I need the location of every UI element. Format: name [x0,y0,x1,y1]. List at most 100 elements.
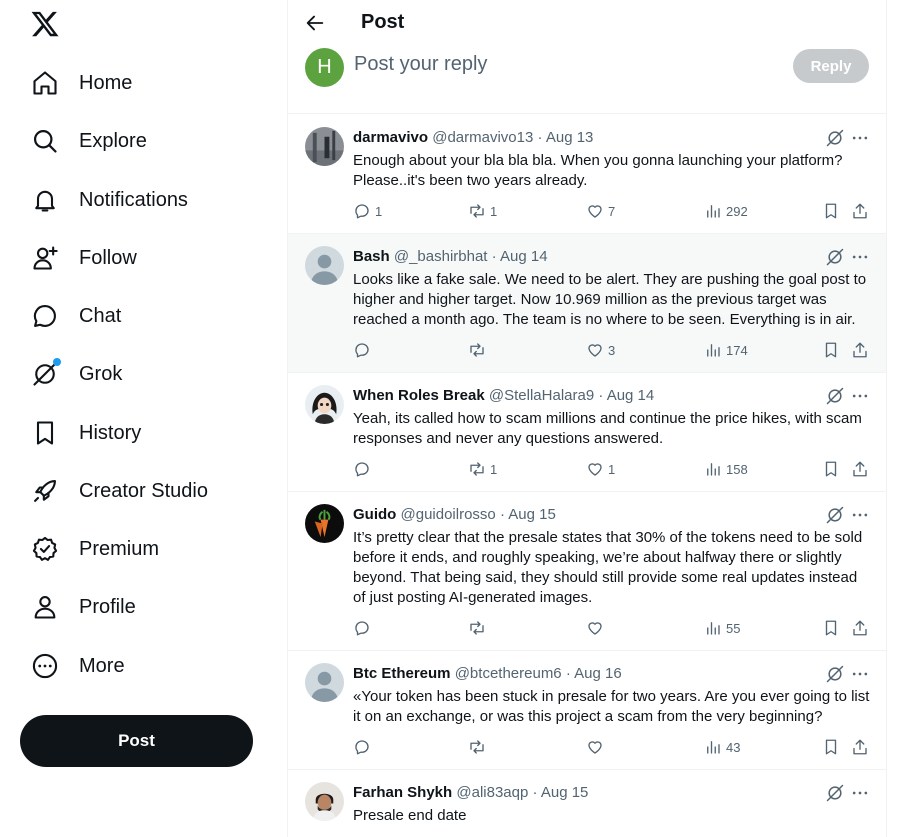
post-button[interactable]: Post [20,715,253,767]
nav-home-label: Home [79,71,133,94]
tweet-date[interactable]: Aug 15 [508,506,556,523]
nav-history-label: History [79,421,142,444]
tweet-date[interactable]: Aug 16 [574,665,622,682]
separator-dot: · [491,248,497,265]
share-action[interactable] [851,737,869,757]
reply-composer: H Post your reply Reply [288,46,886,114]
nav-chat[interactable]: Chat [31,291,121,341]
author-name[interactable]: Btc Ethereum [353,665,451,682]
share-action[interactable] [851,459,869,479]
avatar[interactable] [305,385,344,424]
author-handle[interactable]: @guidoilrosso [401,506,496,523]
more-options-icon[interactable] [850,128,870,148]
views-action[interactable]: 43 [704,737,740,757]
reply-action[interactable] [353,459,375,479]
repost-action[interactable] [468,340,490,360]
more-options-icon[interactable] [850,783,870,803]
more-options-icon[interactable] [850,386,870,406]
author-name[interactable]: Bash [353,248,390,265]
nav-creator-studio[interactable]: Creator Studio [31,466,208,516]
reply-action[interactable] [353,340,375,360]
avatar[interactable] [305,663,344,702]
repost-action[interactable]: 1 [468,459,497,479]
grok-icon[interactable] [825,664,845,684]
tweet-date[interactable]: Aug 15 [541,784,589,801]
views-action[interactable]: 174 [704,340,748,360]
nav-explore[interactable]: Explore [31,116,147,166]
avatar[interactable]: H [305,48,344,87]
tweet[interactable]: darmavivo @darmavivo13 · Aug 13 Enough a… [288,115,886,234]
author-name[interactable]: When Roles Break [353,387,485,404]
author-handle[interactable]: @StellaHalara9 [489,387,594,404]
repost-action[interactable] [468,737,490,757]
like-action[interactable]: 1 [586,459,615,479]
more-options-icon[interactable] [850,664,870,684]
tweet-text: Presale end date [353,807,467,824]
grok-icon[interactable] [825,783,845,803]
more-options-icon[interactable] [850,247,870,267]
nav-follow[interactable]: Follow [31,233,137,283]
separator-dot: · [565,665,571,682]
author-name[interactable]: Guido [353,506,396,523]
reply-action[interactable] [353,618,375,638]
avatar[interactable] [305,504,344,543]
tweet[interactable]: When Roles Break @StellaHalara9 · Aug 14… [288,373,886,492]
bookmark-action[interactable] [822,459,840,479]
author-handle[interactable]: @_bashirbhat [394,248,488,265]
views-action[interactable]: 55 [704,618,740,638]
grok-icon[interactable] [825,128,845,148]
like-action[interactable]: 3 [586,340,615,360]
bookmark-action[interactable] [822,618,840,638]
author-handle[interactable]: @btcethereum6 [455,665,562,682]
reply-input[interactable]: Post your reply [354,53,487,76]
avatar[interactable] [305,782,344,821]
grok-icon[interactable] [825,386,845,406]
more-options-icon[interactable] [850,505,870,525]
reply-action[interactable] [353,737,375,757]
view-count: 174 [726,342,748,358]
views-action[interactable]: 292 [704,201,748,221]
tweet[interactable]: Bash @_bashirbhat · Aug 14 Looks like a … [288,234,886,373]
bookmark-action[interactable] [822,737,840,757]
like-action[interactable] [586,737,608,757]
reply-action[interactable]: 1 [353,201,382,221]
nav-premium[interactable]: Premium [31,524,159,574]
repost-action[interactable]: 1 [468,201,497,221]
views-action[interactable]: 158 [704,459,748,479]
avatar[interactable] [305,246,344,285]
back-arrow-icon[interactable] [304,12,326,34]
nav-home[interactable]: Home [31,58,132,108]
author-name[interactable]: darmavivo [353,129,428,146]
tweet[interactable]: Guido @guidoilrosso · Aug 15 It’s pretty… [288,492,886,651]
tweet-date[interactable]: Aug 14 [500,248,548,265]
nav-grok[interactable]: Grok [31,349,122,399]
like-action[interactable] [586,618,608,638]
repost-action[interactable] [468,618,490,638]
nav-history[interactable]: History [31,408,141,458]
share-action[interactable] [851,201,869,221]
nav-profile[interactable]: Profile [31,582,136,632]
like-action[interactable]: 7 [586,201,615,221]
share-action[interactable] [851,340,869,360]
author-handle[interactable]: @ali83aqp [456,784,528,801]
tweet-date[interactable]: Aug 14 [607,387,655,404]
avatar[interactable] [305,127,344,166]
nav-more-label: More [79,654,125,677]
nav-notifications[interactable]: Notifications [31,175,188,225]
tweet[interactable]: Btc Ethereum @btcethereum6 · Aug 16 «You… [288,651,886,770]
tweet-date[interactable]: Aug 13 [546,129,594,146]
reply-button[interactable]: Reply [793,49,869,83]
bookmark-action[interactable] [822,340,840,360]
tweet-header: Guido @guidoilrosso · Aug 15 [353,506,556,523]
x-logo-icon[interactable] [30,9,60,39]
home-icon [31,69,59,97]
tweet-header: When Roles Break @StellaHalara9 · Aug 14 [353,387,654,404]
grok-icon[interactable] [825,247,845,267]
grok-icon[interactable] [825,505,845,525]
share-action[interactable] [851,618,869,638]
author-handle[interactable]: @darmavivo13 [432,129,533,146]
tweet[interactable]: Farhan Shykh @ali83aqp · Aug 15 Presale … [288,770,886,837]
author-name[interactable]: Farhan Shykh [353,784,452,801]
bookmark-action[interactable] [822,201,840,221]
nav-more[interactable]: More [31,641,125,691]
